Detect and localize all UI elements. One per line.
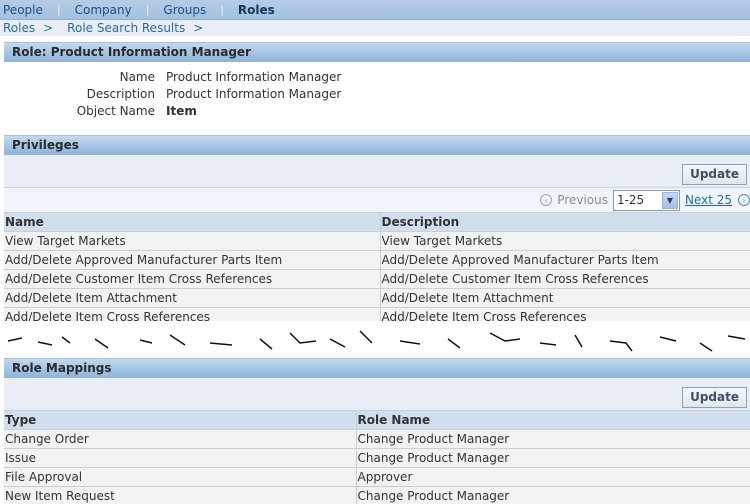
nav-separator: |: [220, 3, 224, 16]
table-row: Change Order Change Product Manager: [4, 429, 750, 449]
table-header-row: Type Role Name: [4, 410, 750, 430]
mapping-role-name: Change Product Manager: [355, 486, 750, 504]
table-header-row: Name Description: [4, 212, 750, 232]
privileges-header: Privileges: [4, 135, 750, 155]
property-value: Product Information Manager: [166, 69, 342, 84]
privilege-description: Add/Delete Approved Manufacturer Parts I…: [379, 250, 750, 270]
privilege-name: Add/Delete Item Attachment: [4, 288, 380, 308]
breadcrumb-separator: >: [43, 21, 54, 35]
privileges-toolbar: Update: [4, 155, 750, 187]
nav-tab-company[interactable]: Company: [75, 3, 132, 17]
table-row: View Target Markets View Target Markets: [4, 231, 750, 251]
previous-arrow-icon: ‹: [540, 194, 553, 206]
nav-tab-groups[interactable]: Groups: [163, 3, 206, 17]
top-navigation: People | Company | Groups | Roles: [0, 0, 750, 20]
column-header-type: Type: [4, 410, 356, 430]
privilege-description: View Target Markets: [379, 231, 750, 251]
nav-tab-people[interactable]: People: [3, 3, 43, 17]
property-label: Object Name: [76, 103, 155, 118]
mapping-role-name: Change Product Manager: [355, 429, 750, 449]
mapping-type: File Approval: [4, 467, 356, 487]
property-value: Item: [166, 103, 197, 118]
breadcrumb-role-search-results[interactable]: Role Search Results: [67, 21, 185, 35]
table-row: Issue Change Product Manager: [4, 448, 750, 468]
privileges-update-button[interactable]: Update: [682, 164, 747, 185]
mapping-type: New Item Request: [4, 486, 356, 504]
property-value: Product Information Manager: [166, 86, 342, 101]
property-label: Name: [119, 69, 155, 84]
property-row-object-name: Object Name Item: [0, 102, 750, 119]
property-row-description: Description Product Information Manager: [0, 85, 750, 102]
role-properties: Name Product Information Manager Descrip…: [0, 68, 750, 119]
previous-button[interactable]: ‹ Previous: [540, 193, 608, 207]
next-25-link[interactable]: Next 25: [685, 193, 732, 207]
pagination-bar: ‹ Previous 1-25 ▼ Next 25 ›: [4, 187, 750, 212]
nav-tab-roles[interactable]: Roles: [238, 3, 275, 17]
mapping-type: Issue: [4, 448, 356, 468]
mapping-role-name: Approver: [355, 467, 750, 487]
nav-separator: |: [56, 3, 61, 16]
chevron-down-icon[interactable]: ▼: [661, 191, 678, 209]
role-mappings-toolbar: Update: [4, 378, 750, 410]
table-row: Add/Delete Item Attachment Add/Delete It…: [4, 288, 750, 308]
role-mappings-header: Role Mappings: [4, 358, 750, 378]
privileges-table: Name Description View Target Markets Vie…: [4, 212, 750, 327]
table-row: Add/Delete Customer Item Cross Reference…: [4, 269, 750, 289]
breadcrumb: Roles > Role Search Results >: [0, 20, 750, 36]
column-header-description: Description: [379, 212, 750, 232]
range-select[interactable]: 1-25 ▼: [612, 189, 680, 211]
nav-separator: |: [145, 3, 150, 16]
breadcrumb-separator: >: [193, 21, 204, 35]
role-mappings-table: Type Role Name Change Order Change Produ…: [4, 410, 750, 504]
next-arrow-icon[interactable]: ›: [738, 194, 750, 206]
column-header-name: Name: [4, 212, 380, 232]
role-mappings-update-button[interactable]: Update: [682, 387, 747, 408]
table-row: Add/Delete Approved Manufacturer Parts I…: [4, 250, 750, 270]
privilege-name: Add/Delete Customer Item Cross Reference…: [4, 269, 380, 289]
mapping-role-name: Change Product Manager: [355, 448, 750, 468]
privilege-name: View Target Markets: [4, 231, 380, 251]
privilege-description: Add/Delete Item Attachment: [379, 288, 750, 308]
property-row-name: Name Product Information Manager: [0, 68, 750, 85]
table-row: New Item Request Change Product Manager: [4, 486, 750, 504]
column-header-role-name: Role Name: [355, 410, 750, 430]
previous-label: Previous: [557, 193, 608, 207]
breadcrumb-roles[interactable]: Roles: [3, 21, 35, 35]
torn-edge-divider: [0, 321, 750, 359]
privilege-name: Add/Delete Approved Manufacturer Parts I…: [4, 250, 380, 270]
table-row: File Approval Approver: [4, 467, 750, 487]
privilege-description: Add/Delete Customer Item Cross Reference…: [379, 269, 750, 289]
property-label: Description: [86, 86, 155, 101]
role-header: Role: Product Information Manager: [4, 42, 750, 62]
range-select-value: 1-25: [616, 193, 645, 207]
mapping-type: Change Order: [4, 429, 356, 449]
